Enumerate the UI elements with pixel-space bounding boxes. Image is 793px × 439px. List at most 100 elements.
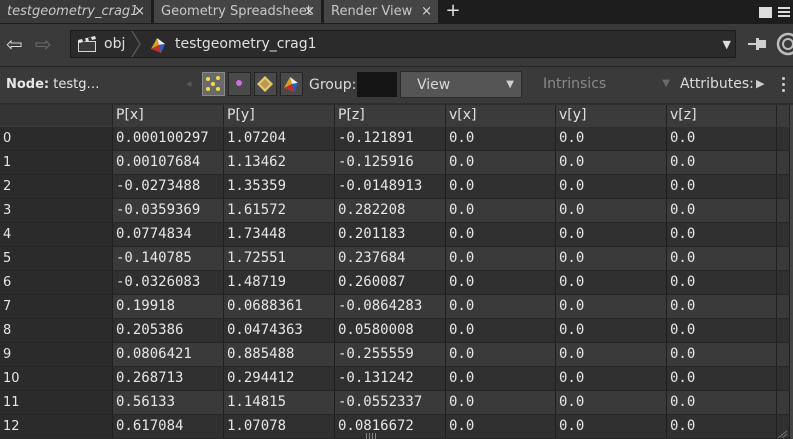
cell-py[interactable]: 1.61572 <box>224 199 335 222</box>
cell-vz[interactable]: 0.0 <box>667 319 777 342</box>
cell-vx[interactable]: 0.0 <box>446 199 556 222</box>
pin-icon[interactable] <box>748 35 770 53</box>
column-header-vx[interactable]: v[x] <box>446 105 556 126</box>
cell-vz[interactable]: 0.0 <box>667 343 777 366</box>
table-row[interactable]: 7 0.19918 0.0688361 -0.0864283 0.0 0.0 0.0 <box>0 295 790 319</box>
cell-point-index[interactable]: 3 <box>0 199 113 222</box>
cell-pz[interactable]: 0.237684 <box>335 247 446 270</box>
cell-px[interactable]: 0.268713 <box>113 367 224 390</box>
cell-vy[interactable]: 0.0 <box>556 343 667 366</box>
forward-arrow-icon[interactable]: ⇨ <box>35 34 52 54</box>
column-header-pz[interactable]: P[z] <box>335 105 446 126</box>
cell-vy[interactable]: 0.0 <box>556 175 667 198</box>
cell-vz[interactable]: 0.0 <box>667 391 777 414</box>
splitter-grip-icon[interactable] <box>366 433 378 439</box>
cell-vx[interactable]: 0.0 <box>446 391 556 414</box>
cell-py[interactable]: 1.07204 <box>224 127 335 150</box>
close-icon[interactable]: × <box>421 0 432 23</box>
cell-vx[interactable]: 0.0 <box>446 247 556 270</box>
tab-geometry-spreadsheet[interactable]: Geometry Spreadsheet × <box>154 0 322 23</box>
cell-pz[interactable]: -0.125916 <box>335 151 446 174</box>
table-row[interactable]: 11 0.56133 1.14815 -0.0552337 0.0 0.0 0.0 <box>0 391 790 415</box>
table-row[interactable]: 3 -0.0359369 1.61572 0.282208 0.0 0.0 0.0 <box>0 199 790 223</box>
cell-pz[interactable]: -0.0552337 <box>335 391 446 414</box>
cell-px[interactable]: 0.0774834 <box>113 223 224 246</box>
path-node[interactable]: testgeometry_crag1 <box>175 36 317 52</box>
cell-vx[interactable]: 0.0 <box>446 223 556 246</box>
table-row[interactable]: 2 -0.0273488 1.35359 -0.0148913 0.0 0.0 0.0 <box>0 175 790 199</box>
pane-menu-icon[interactable] <box>778 7 790 9</box>
cell-vx[interactable]: 0.0 <box>446 127 556 150</box>
table-row[interactable]: 4 0.0774834 1.73448 0.201183 0.0 0.0 0.0 <box>0 223 790 247</box>
vertices-mode-button[interactable] <box>228 72 251 96</box>
cell-vz[interactable]: 0.0 <box>667 295 777 318</box>
cell-vy[interactable]: 0.0 <box>556 223 667 246</box>
cell-px[interactable]: 0.56133 <box>113 391 224 414</box>
cell-vy[interactable]: 0.0 <box>556 271 667 294</box>
cell-vz[interactable]: 0.0 <box>667 199 777 222</box>
cell-vx[interactable]: 0.0 <box>446 295 556 318</box>
cell-vx[interactable]: 0.0 <box>446 271 556 294</box>
cell-pz[interactable]: -0.0864283 <box>335 295 446 318</box>
cell-py[interactable]: 1.07078 <box>224 415 335 438</box>
intrinsics-dropdown[interactable]: Intrinsics ▼ <box>527 71 677 98</box>
cell-pz[interactable]: -0.0148913 <box>335 175 446 198</box>
table-row[interactable]: 10 0.268713 0.294412 -0.131242 0.0 0.0 0.0 <box>0 367 790 391</box>
cell-vx[interactable]: 0.0 <box>446 319 556 342</box>
table-row[interactable]: 8 0.205386 0.0474363 0.0580008 0.0 0.0 0.0 <box>0 319 790 343</box>
network-path-field[interactable]: obj testgeometry_crag1 ▼ <box>70 30 736 58</box>
cell-vx[interactable]: 0.0 <box>446 343 556 366</box>
table-row[interactable]: 12 0.617084 1.07078 0.0816672 0.0 0.0 0.0 <box>0 415 790 439</box>
close-icon[interactable]: × <box>304 0 315 23</box>
cell-py[interactable]: 1.48719 <box>224 271 335 294</box>
primitives-mode-button[interactable] <box>254 72 277 96</box>
cell-px[interactable]: 0.19918 <box>113 295 224 318</box>
cell-py[interactable]: 1.72551 <box>224 247 335 270</box>
cell-point-index[interactable]: 10 <box>0 367 113 390</box>
cell-px[interactable]: 0.617084 <box>113 415 224 438</box>
cell-point-index[interactable]: 12 <box>0 415 113 438</box>
column-header-vy[interactable]: v[y] <box>556 105 667 126</box>
attributes-arrow-icon[interactable]: ▶ <box>756 77 764 90</box>
cell-vz[interactable]: 0.0 <box>667 151 777 174</box>
cell-vz[interactable]: 0.0 <box>667 367 777 390</box>
table-row[interactable]: 5 -0.140785 1.72551 0.237684 0.0 0.0 0.0 <box>0 247 790 271</box>
path-obj[interactable]: obj <box>104 36 125 52</box>
link-pane-icon[interactable] <box>776 32 793 56</box>
cell-pz[interactable]: -0.121891 <box>335 127 446 150</box>
cell-py[interactable]: 0.885488 <box>224 343 335 366</box>
cell-point-index[interactable]: 1 <box>0 151 113 174</box>
cell-vz[interactable]: 0.0 <box>667 271 777 294</box>
cell-point-index[interactable]: 4 <box>0 223 113 246</box>
cell-point-index[interactable]: 11 <box>0 391 113 414</box>
column-header-index[interactable] <box>0 105 113 126</box>
cell-point-index[interactable]: 9 <box>0 343 113 366</box>
scroll-left-icon[interactable]: ◂ <box>186 77 192 90</box>
back-arrow-icon[interactable]: ⇦ <box>6 34 23 54</box>
cell-pz[interactable]: 0.0816672 <box>335 415 446 438</box>
cell-vy[interactable]: 0.0 <box>556 247 667 270</box>
cell-py[interactable]: 1.73448 <box>224 223 335 246</box>
cell-vy[interactable]: 0.0 <box>556 367 667 390</box>
cell-pz[interactable]: 0.0580008 <box>335 319 446 342</box>
table-row[interactable]: 1 0.00107684 1.13462 -0.125916 0.0 0.0 0.0 <box>0 151 790 175</box>
cell-px[interactable]: -0.0326083 <box>113 271 224 294</box>
cell-px[interactable]: 0.205386 <box>113 319 224 342</box>
cell-py[interactable]: 0.0474363 <box>224 319 335 342</box>
maximize-pane-icon[interactable] <box>759 7 772 18</box>
cell-vz[interactable]: 0.0 <box>667 175 777 198</box>
cell-vx[interactable]: 0.0 <box>446 175 556 198</box>
resize-grip-icon[interactable] <box>776 429 788 439</box>
cell-vz[interactable]: 0.0 <box>667 223 777 246</box>
column-header-py[interactable]: P[y] <box>224 105 335 126</box>
cell-vy[interactable]: 0.0 <box>556 319 667 342</box>
cell-pz[interactable]: 0.260087 <box>335 271 446 294</box>
cell-px[interactable]: 0.000100297 <box>113 127 224 150</box>
cell-pz[interactable]: 0.282208 <box>335 199 446 222</box>
table-row[interactable]: 9 0.0806421 0.885488 -0.255559 0.0 0.0 0.0 <box>0 343 790 367</box>
cell-point-index[interactable]: 2 <box>0 175 113 198</box>
close-icon[interactable]: × <box>134 0 145 23</box>
column-header-vz[interactable]: v[z] <box>667 105 777 126</box>
cell-py[interactable]: 1.35359 <box>224 175 335 198</box>
cell-py[interactable]: 0.294412 <box>224 367 335 390</box>
